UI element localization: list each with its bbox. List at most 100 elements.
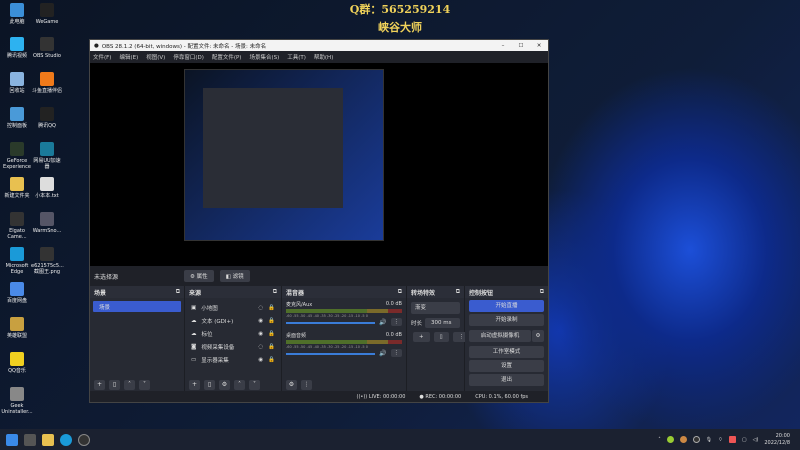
desktop-icon[interactable]: Elgato Came...: [1, 212, 33, 240]
tray-app-icon[interactable]: [666, 436, 674, 443]
add-icon[interactable]: +: [94, 380, 105, 390]
lock-icon[interactable]: 🔒: [268, 305, 275, 311]
desktop-icon[interactable]: 斗鱼直播伴侣: [31, 72, 63, 94]
menu-scene-collection[interactable]: 场景集合(S): [249, 53, 279, 61]
wifi-icon[interactable]: ⌔: [718, 437, 723, 443]
source-item[interactable]: ☁ 标位 ◉ 🔒: [185, 327, 281, 340]
source-item[interactable]: ▭ 显示器采集 ◉ 🔒: [185, 353, 281, 366]
source-item[interactable]: ☁ 文本 (GDI+) ◉ 🔒: [185, 314, 281, 327]
source-item[interactable]: ▣ 小地图 ◌ 🔒: [185, 301, 281, 314]
volume-slider[interactable]: [286, 353, 376, 355]
start-icon[interactable]: [6, 433, 18, 446]
trash-icon[interactable]: ▯: [433, 332, 449, 342]
volume-icon[interactable]: ◁): [753, 437, 759, 443]
desktop-icon[interactable]: GeForce Experience: [1, 142, 33, 170]
studio-mode-button[interactable]: 工作室模式: [469, 346, 544, 358]
down-icon[interactable]: ˅: [139, 380, 150, 390]
desktop-icon[interactable]: 腾讯QQ: [31, 107, 63, 129]
add-icon[interactable]: +: [413, 332, 430, 342]
up-icon[interactable]: ˄: [124, 380, 135, 390]
menu-edit[interactable]: 编辑(E): [119, 53, 138, 61]
menu-help[interactable]: 帮助(H): [314, 53, 333, 61]
gear-icon[interactable]: ⚙: [532, 330, 544, 342]
start-recording-button[interactable]: 开始录制: [469, 314, 544, 326]
float-icon[interactable]: ⧉: [540, 288, 544, 296]
desktop-icon[interactable]: 网易UU加速器: [31, 142, 63, 170]
lock-icon[interactable]: 🔒: [268, 357, 275, 363]
desktop-icon[interactable]: 腾讯视频: [1, 37, 33, 59]
advanced-audio-icon[interactable]: ⚙: [286, 380, 297, 390]
volume-slider[interactable]: [286, 322, 376, 324]
start-streaming-button[interactable]: 开始直播: [469, 300, 544, 312]
minimize-button[interactable]: –: [494, 43, 512, 49]
down-icon[interactable]: ˅: [249, 380, 260, 390]
trash-icon[interactable]: ▯: [204, 380, 215, 390]
visibility-icon[interactable]: ◌: [258, 344, 263, 350]
filters-button[interactable]: ◧ 滤镜: [219, 270, 250, 282]
obs-taskbar-icon[interactable]: [78, 433, 90, 446]
live-status: ((•)) LIVE: 00:00:00: [356, 393, 406, 400]
preview-canvas[interactable]: [90, 63, 548, 266]
desktop-icon[interactable]: WarmSno...: [31, 212, 63, 234]
float-icon[interactable]: ⧉: [398, 288, 402, 296]
desktop-icon[interactable]: 英雄联盟: [1, 317, 33, 339]
clock[interactable]: 20:00 2022/12/8: [764, 433, 790, 447]
float-icon[interactable]: ⧉: [176, 288, 180, 296]
tray-app-icon[interactable]: [728, 436, 736, 443]
desktop-icon[interactable]: Microsoft Edge: [1, 247, 33, 275]
float-icon[interactable]: ⧉: [273, 288, 277, 296]
menu-file[interactable]: 文件(F): [93, 53, 111, 61]
scene-item[interactable]: 场景: [93, 301, 181, 312]
desktop-icon[interactable]: 此电脑: [1, 3, 33, 25]
lock-icon[interactable]: 🔒: [268, 331, 275, 337]
desktop-icon[interactable]: 新建文件夹: [1, 177, 33, 199]
file-explorer-icon[interactable]: [42, 433, 54, 446]
desktop-icon[interactable]: WeGame: [31, 3, 63, 25]
desktop-icon[interactable]: e621575c5...截图王.png: [31, 247, 64, 275]
menu-view[interactable]: 视图(V): [146, 53, 165, 61]
transition-select[interactable]: 渐变: [411, 302, 460, 314]
desktop-icon[interactable]: 控制面板: [1, 107, 33, 129]
desktop-icon[interactable]: 回收站: [1, 72, 33, 94]
lock-icon[interactable]: 🔒: [268, 318, 275, 324]
desktop-icon[interactable]: 百度网盘: [1, 282, 33, 304]
search-icon[interactable]: [24, 433, 36, 446]
lock-icon[interactable]: 🔒: [268, 344, 275, 350]
float-icon[interactable]: ⧉: [456, 288, 460, 296]
virtual-camera-button[interactable]: 启动虚拟摄像机: [469, 330, 531, 342]
desktop-icon[interactable]: QQ音乐: [1, 352, 33, 374]
menu-tools[interactable]: 工具(T): [287, 53, 306, 61]
gear-icon[interactable]: ⚙: [219, 380, 230, 390]
visibility-icon[interactable]: ◉: [258, 318, 263, 324]
more-icon[interactable]: ⋮: [301, 380, 312, 390]
visibility-icon[interactable]: ◉: [258, 357, 263, 363]
microphone-icon[interactable]: 🎙: [706, 437, 712, 443]
desktop-icon[interactable]: OBS Studio: [31, 37, 63, 59]
close-button[interactable]: ✕: [530, 43, 548, 49]
edge-icon[interactable]: [60, 433, 72, 446]
visibility-icon[interactable]: ◌: [258, 305, 263, 311]
properties-button[interactable]: ⚙ 属性: [184, 270, 214, 282]
up-icon[interactable]: ˄: [234, 380, 245, 390]
source-type-icon: ◙: [191, 343, 197, 350]
desktop-icon[interactable]: 小本本.txt: [31, 177, 63, 199]
speaker-icon[interactable]: 🔊: [379, 319, 386, 326]
desktop-icon[interactable]: Geek Uninstaller...: [1, 387, 33, 415]
trash-icon[interactable]: ▯: [109, 380, 120, 390]
speaker-icon[interactable]: 🔊: [379, 350, 386, 357]
obs-tray-icon[interactable]: [692, 436, 700, 443]
more-icon[interactable]: ⋮: [390, 349, 402, 357]
menu-profile[interactable]: 配置文件(P): [212, 53, 242, 61]
visibility-icon[interactable]: ◉: [258, 331, 263, 337]
settings-button[interactable]: 设置: [469, 360, 544, 372]
menu-docks[interactable]: 停靠窗口(D): [173, 53, 204, 61]
add-icon[interactable]: +: [189, 380, 200, 390]
duration-input[interactable]: 300 ms: [425, 318, 460, 328]
tray-app-icon[interactable]: [679, 436, 687, 443]
source-item[interactable]: ◙ 视频采集设备 ◌ 🔒: [185, 340, 281, 353]
exit-button[interactable]: 退出: [469, 374, 544, 386]
maximize-button[interactable]: ☐: [512, 43, 530, 49]
more-icon[interactable]: ⋮: [390, 318, 402, 326]
display-icon[interactable]: ▢: [742, 437, 747, 443]
chevron-up-icon[interactable]: ˄: [658, 437, 661, 443]
